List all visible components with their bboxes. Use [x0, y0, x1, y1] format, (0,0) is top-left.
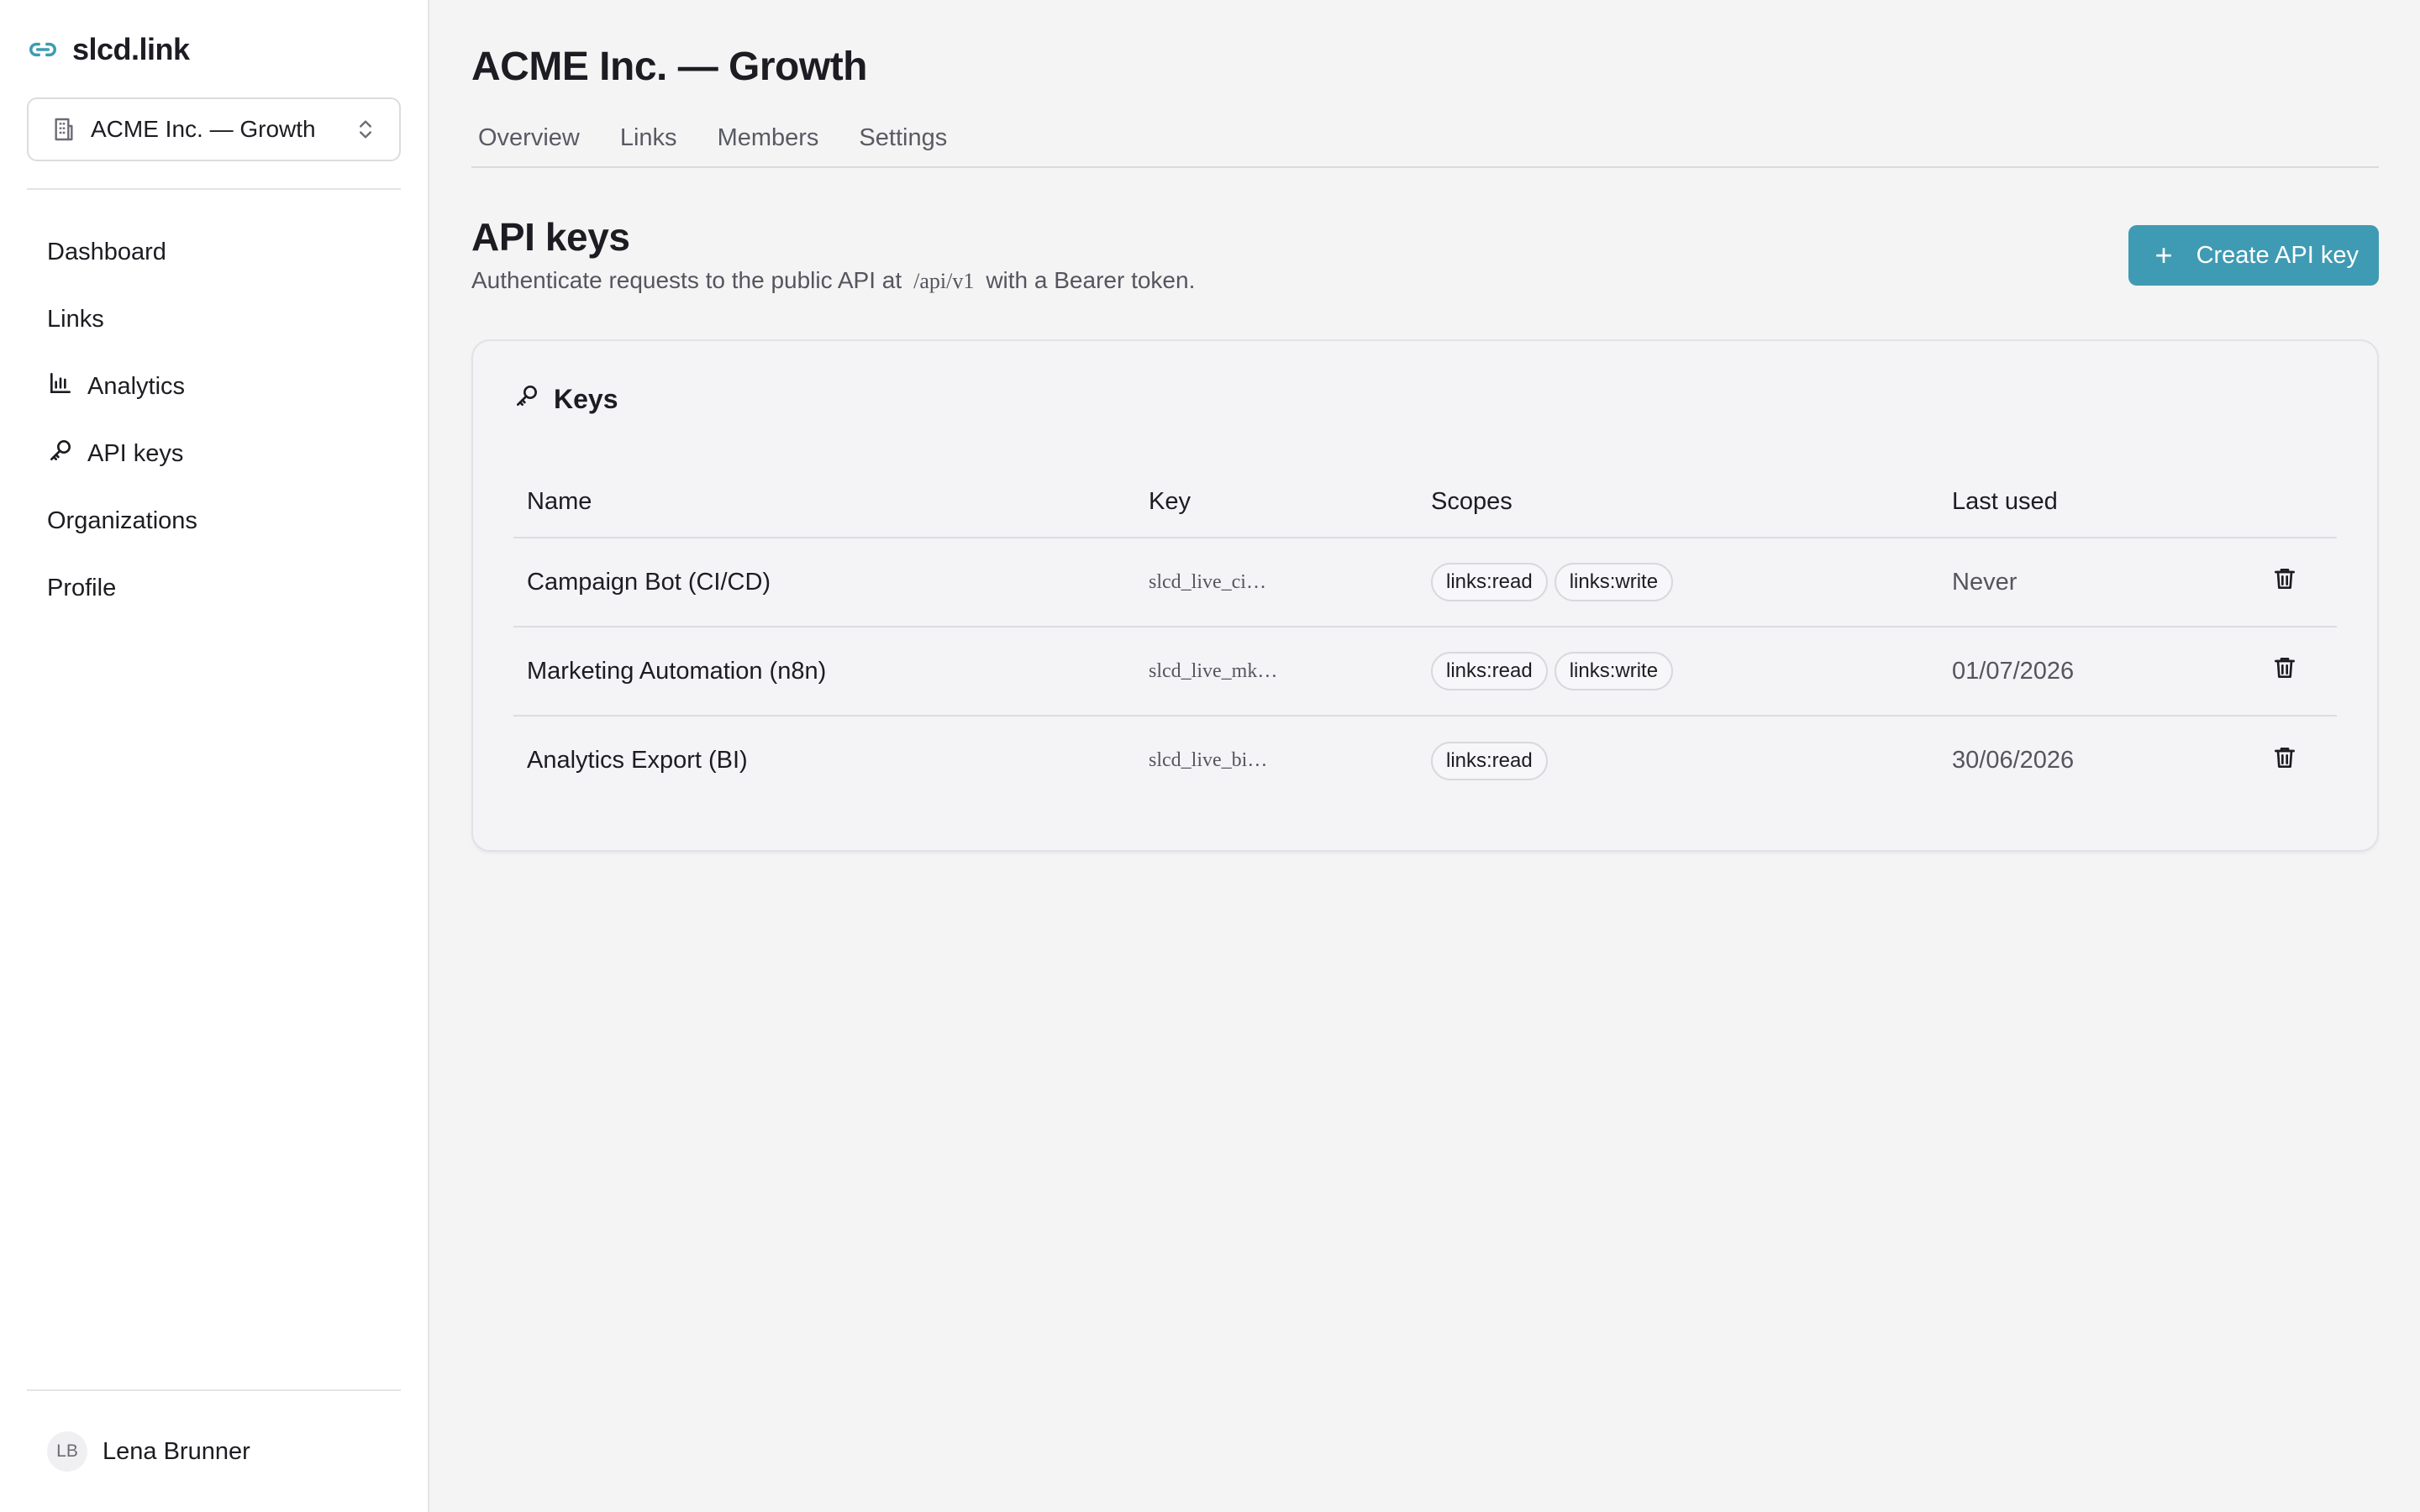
user-menu[interactable]: LB Lena Brunner [27, 1389, 401, 1512]
sidebar-item-label: API keys [87, 439, 184, 467]
sidebar-nav: Dashboard Links Analytics API keys Organ… [27, 220, 401, 620]
brand[interactable]: slcd.link [27, 27, 401, 72]
brand-name: slcd.link [72, 32, 190, 66]
card-title-label: Keys [554, 383, 618, 414]
section-description: Authenticate requests to the public API … [471, 267, 1195, 294]
page-title: ACME Inc. — Growth [471, 45, 868, 89]
key-name: Campaign Bot (CI/CD) [513, 538, 1135, 627]
tab-members[interactable]: Members [718, 123, 819, 166]
key-prefix: slcd_live_mk… [1135, 627, 1418, 717]
sidebar-item-links[interactable]: Links [27, 287, 401, 351]
key-name: Marketing Automation (n8n) [513, 627, 1135, 717]
sidebar-item-organizations[interactable]: Organizations [27, 489, 401, 553]
key-icon [513, 382, 540, 416]
column-header-last-used: Last used [1939, 467, 2233, 538]
sidebar-item-dashboard[interactable]: Dashboard [27, 220, 401, 284]
key-icon [47, 437, 74, 470]
sidebar-item-label: Dashboard [47, 238, 166, 265]
org-switcher[interactable]: ACME Inc. — Growth [27, 97, 401, 161]
tab-overview[interactable]: Overview [478, 123, 580, 166]
org-switcher-value: ACME Inc. — Growth [91, 116, 316, 142]
tab-bar: Overview Links Members Settings [471, 123, 2379, 168]
row-actions [2233, 716, 2337, 805]
key-scopes: links:read [1418, 716, 1939, 805]
section-title: API keys [471, 215, 630, 259]
tab-settings[interactable]: Settings [859, 123, 947, 166]
user-name: Lena Brunner [103, 1437, 250, 1465]
row-actions [2233, 538, 2337, 627]
column-header-key: Key [1135, 467, 1418, 538]
column-header-actions [2233, 467, 2337, 538]
api-path-code: /api/v1 [913, 269, 975, 293]
chevron-up-down-icon [354, 116, 377, 143]
key-prefix: slcd_live_ci… [1135, 538, 1418, 627]
plus-icon: + [2154, 238, 2173, 272]
trash-icon[interactable] [2271, 569, 2298, 598]
section-desc-before: Authenticate requests to the public API … [471, 267, 902, 293]
section-desc-after: with a Bearer token. [986, 267, 1196, 293]
building-icon [50, 116, 77, 143]
column-header-scopes: Scopes [1418, 467, 1939, 538]
trash-icon[interactable] [2271, 747, 2298, 777]
key-prefix: slcd_live_bi… [1149, 749, 1268, 771]
column-header-name: Name [513, 467, 1135, 538]
link-icon [27, 34, 59, 66]
key-last-used: 01/07/2026 [1939, 627, 2233, 717]
key-scopes: links:read links:write [1418, 627, 1939, 717]
sidebar-item-api-keys[interactable]: API keys [27, 422, 401, 486]
key-last-used: 30/06/2026 [1952, 747, 2075, 774]
sidebar: slcd.link ACME Inc. — Growth Dashboard L… [0, 0, 429, 1512]
card-title: Keys [513, 381, 2337, 417]
sidebar-item-label: Links [47, 305, 104, 333]
trash-icon[interactable] [2271, 658, 2298, 687]
sidebar-item-profile[interactable]: Profile [27, 556, 401, 620]
create-api-key-button[interactable]: + Create API key [2128, 225, 2379, 286]
tab-links[interactable]: Links [620, 123, 677, 166]
create-api-key-label: Create API key [2196, 241, 2359, 269]
sidebar-item-label: Analytics [87, 372, 186, 400]
avatar: LB [47, 1431, 87, 1472]
scope-badge: links:write [1554, 563, 1674, 601]
sidebar-item-label: Organizations [47, 507, 197, 534]
api-keys-table: Name Key Scopes Last used Campaign Bot (… [513, 467, 2337, 805]
bar-chart-icon [47, 370, 74, 403]
scope-badge: links:read [1431, 563, 1548, 601]
row-actions [2233, 627, 2337, 717]
table-row: Marketing Automation (n8n) slcd_live_mk…… [513, 627, 2337, 717]
section-heading-group: API keys Authenticate requests to the pu… [471, 213, 1195, 294]
key-last-used: Never [1939, 538, 2233, 627]
key-name: Analytics Export (BI) [527, 747, 748, 774]
scope-badge: links:read [1431, 652, 1548, 690]
table-row: Analytics Export (BI) slcd_live_bi… link… [513, 716, 2337, 805]
section-header: API keys Authenticate requests to the pu… [471, 213, 2379, 297]
keys-card: Keys Name Key Scopes Last used Campaign … [471, 339, 2379, 852]
scope-badge: links:read [1431, 741, 1548, 780]
sidebar-divider [27, 188, 401, 190]
table-row: Campaign Bot (CI/CD) slcd_live_ci… links… [513, 538, 2337, 627]
sidebar-item-label: Profile [47, 574, 117, 601]
scope-badge: links:write [1554, 652, 1674, 690]
key-scopes: links:read links:write [1418, 538, 1939, 627]
app: slcd.link ACME Inc. — Growth Dashboard L… [0, 0, 2420, 1512]
main-content: ACME Inc. — Growth Overview Links Member… [429, 0, 2420, 1512]
table-header-row: Name Key Scopes Last used [513, 467, 2337, 538]
sidebar-item-analytics[interactable]: Analytics [27, 354, 401, 418]
